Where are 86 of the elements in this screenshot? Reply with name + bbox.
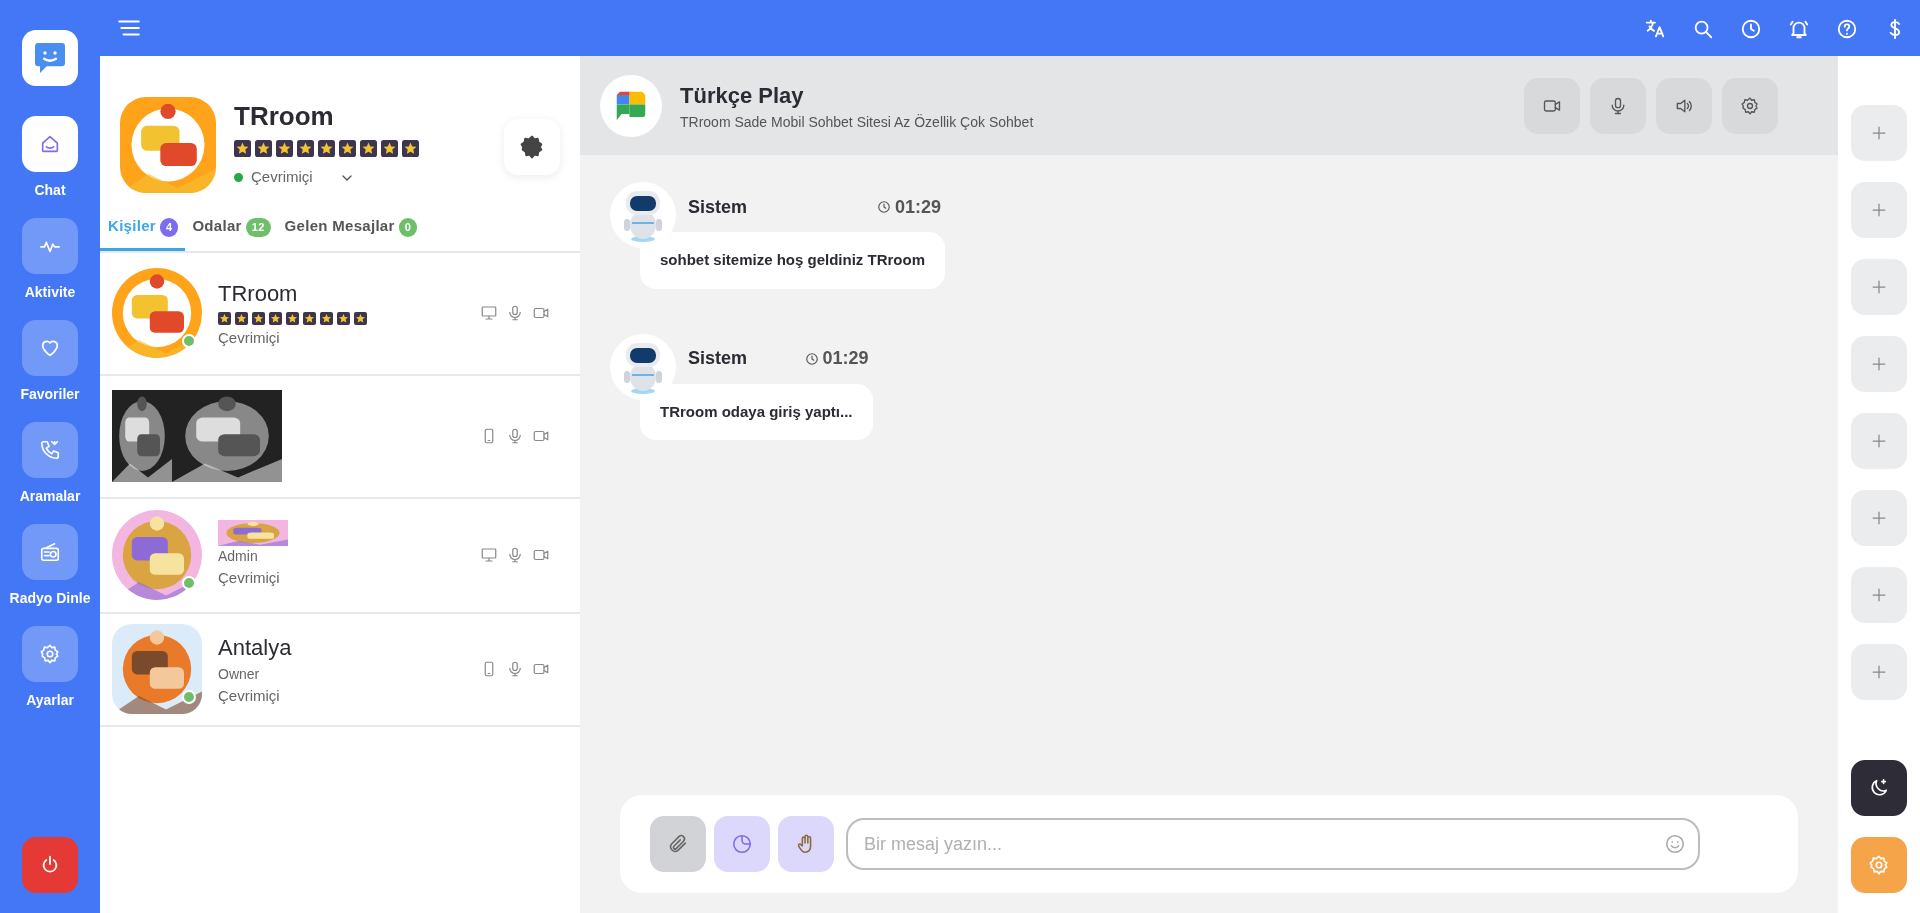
settings-button[interactable] [504,119,560,175]
star-icon [218,311,231,325]
star-icon [303,311,316,325]
star-icon [234,140,251,157]
nav-item[interactable] [22,116,78,172]
clock-icon [877,200,891,214]
star-icon [318,140,335,157]
star-icon [252,311,265,325]
nav-item[interactable] [22,218,78,274]
home-icon [39,133,61,155]
room-subtitle: TRroom Sade Mobil Sohbet Sitesi Az Özellik Çok Sohbet [680,112,1034,132]
star-icon [339,140,356,157]
nav-item[interactable] [22,320,78,376]
video-button[interactable] [1524,77,1580,134]
radio-icon [39,541,61,563]
microphone-button[interactable] [1590,77,1646,134]
status-text: Çevrimiçi [218,327,281,348]
star-icon [360,140,377,157]
author-name: Sistem [688,195,748,219]
star-icon [337,311,350,325]
attach-button[interactable] [650,816,706,872]
message-time: 01:29 [822,347,869,370]
nav-item[interactable] [22,524,78,580]
microphone-icon [506,546,524,564]
help-icon [1836,17,1858,40]
nav-label: Aktivite [24,283,76,302]
status-text: Çevrimiçi [218,685,281,706]
nav-item[interactable] [22,422,78,478]
tab[interactable]: Odalar 12 [185,215,278,251]
message-bubble: sohbet sitemize hoş geldiniz TRroom [640,232,946,289]
star-icon [297,140,314,157]
microphone-icon [506,660,524,678]
nav-item[interactable] [22,626,78,682]
moon-icon [1868,777,1890,799]
microphone-icon [506,304,524,322]
nav-label: Ayarlar [26,691,74,710]
settings-icon [39,643,61,665]
translate-icon [1644,17,1666,40]
phone-icon [39,439,61,461]
sticker-button[interactable] [714,816,770,872]
star-icon [269,311,282,325]
count-badge: 12 [245,218,271,237]
author-name: Sistem [688,347,748,370]
star-icon [354,311,367,325]
power-button[interactable] [22,837,78,893]
room-title: Türkçe Play [680,81,805,110]
message-field[interactable]: Bir mesaj yazın... [846,818,1700,870]
status-text: Çevrimiçi [251,166,313,187]
dark-mode-button[interactable] [1851,760,1907,816]
speaker-button[interactable] [1656,77,1712,134]
message-input[interactable]: Bir mesaj yazın... [862,829,1664,859]
count-badge: 4 [159,218,179,237]
message-bubble: TRroom odaya giriş yaptı... [640,383,873,440]
settings-icon [1868,854,1890,876]
emoji-icon [1664,833,1686,855]
star-icon [276,140,293,157]
profile-name: TRroom [234,100,335,133]
nav-label: Radyo Dinle [9,589,91,608]
clock-icon [1740,17,1762,40]
clock-icon [804,351,819,366]
tab[interactable]: Kişiler 4 [100,215,186,251]
settings-button[interactable] [1722,77,1778,134]
nav-label: Favoriler [20,385,80,404]
settings-icon [519,134,545,160]
star-icon [255,140,272,157]
nav-label: Chat [34,181,66,200]
star-icon [286,311,299,325]
role-text: Admin [218,547,259,567]
tab[interactable]: Gelen Mesajlar 0 [277,215,425,251]
app-logo[interactable] [22,30,78,86]
star-icon [320,311,333,325]
star-icon [235,311,248,325]
paperclip-icon [667,833,689,855]
settings-icon [1740,95,1760,116]
microphone-icon [506,427,524,445]
message-time: 01:29 [895,195,942,219]
role-text: Owner [218,664,261,684]
nav-label: Aramalar [19,487,81,506]
contact-name: TRroom [218,279,299,308]
star-icon [381,140,398,157]
sticker-icon [731,833,753,855]
hand-button[interactable] [778,816,834,872]
star-icon [402,140,419,157]
count-badge: 0 [398,218,418,237]
contact-name: Antalya [218,633,292,662]
status-text: Çevrimiçi [218,568,281,589]
